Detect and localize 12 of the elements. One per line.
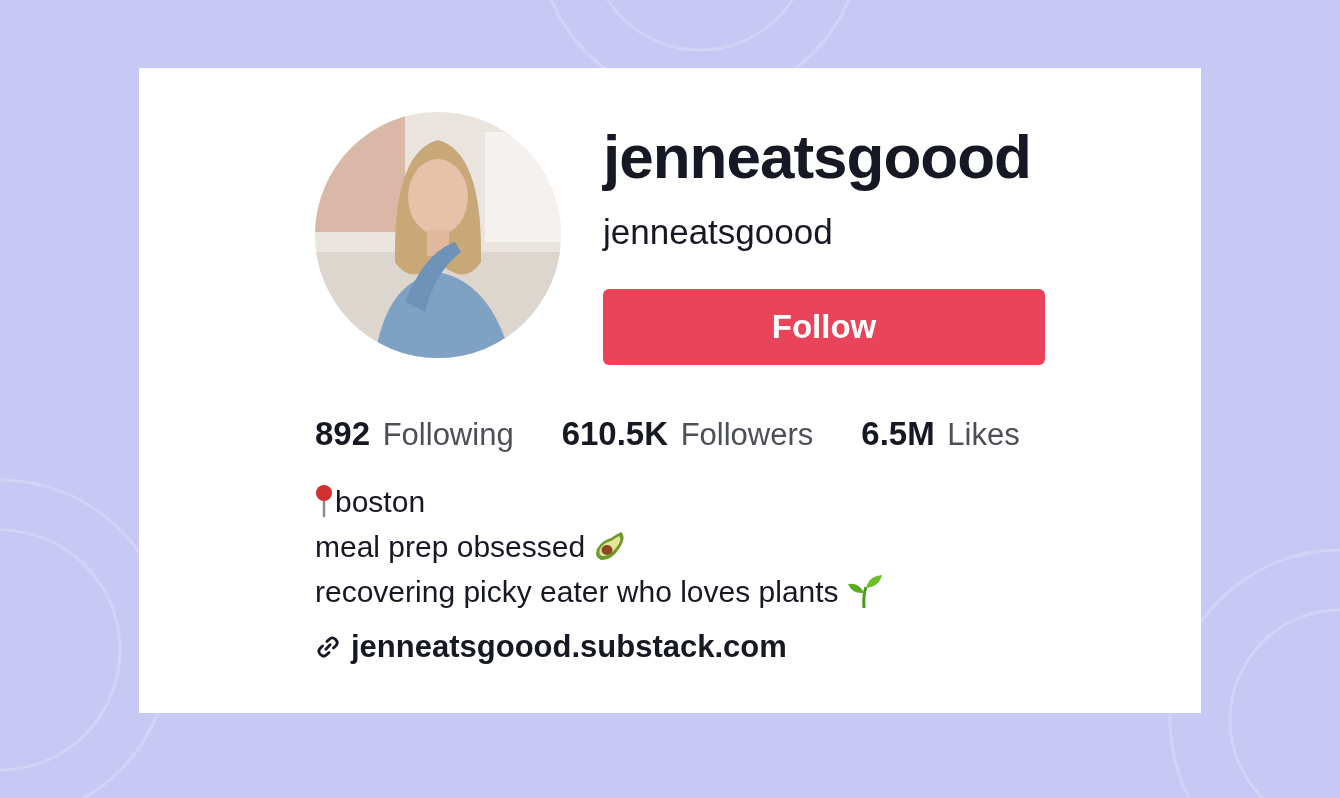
stat-text: 610.5K Followers: [561, 414, 814, 454]
pin-icon: [315, 484, 333, 518]
bio-line: recovering picky eater who loves plants: [315, 573, 839, 610]
follow-button[interactable]: Follow: [603, 289, 1045, 365]
username: jenneatsgoood: [603, 214, 833, 249]
link-icon: [315, 633, 341, 660]
website-link[interactable]: jenneatsgoood.substack.com: [351, 623, 787, 670]
stat-text: 892 Following: [315, 414, 514, 454]
stat-text: 6.5M Likes: [861, 414, 1020, 454]
bio-line: meal prep obsessed: [315, 528, 586, 565]
bio-line: boston: [335, 483, 426, 520]
sprout-icon: [846, 573, 883, 609]
